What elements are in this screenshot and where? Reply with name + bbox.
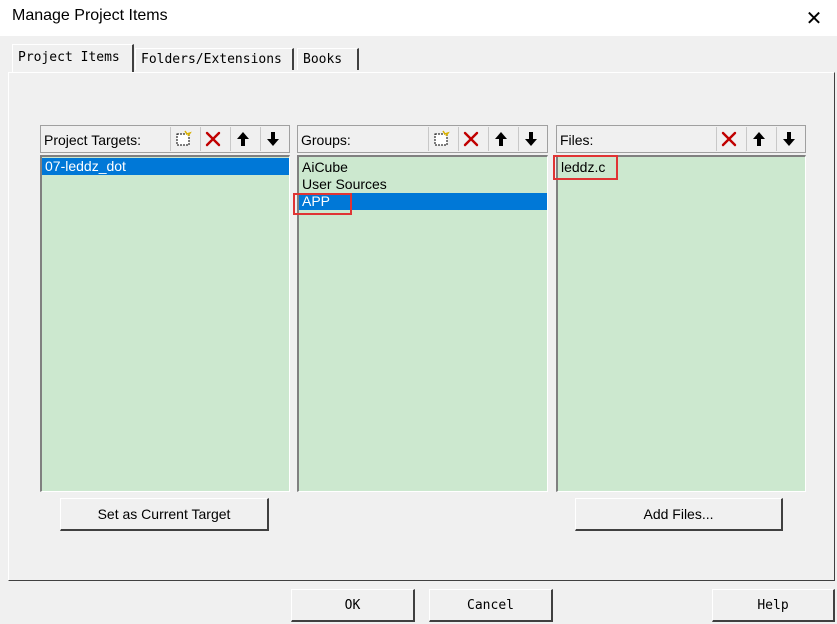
delete-target-button[interactable] — [200, 127, 224, 151]
list-item[interactable]: leddz.c — [558, 159, 805, 176]
list-item[interactable]: APP — [299, 193, 547, 210]
move-group-up-button[interactable] — [488, 127, 512, 151]
arrow-down-icon — [782, 132, 795, 146]
new-group-button[interactable] — [428, 127, 452, 151]
files-list[interactable]: leddz.c — [556, 155, 806, 492]
arrow-down-icon — [266, 132, 279, 146]
move-target-down-button[interactable] — [260, 127, 284, 151]
files-label: Files: — [560, 132, 594, 148]
new-target-button[interactable] — [170, 127, 194, 151]
title-bar: Manage Project Items ✕ — [0, 0, 837, 36]
ok-button[interactable]: OK — [291, 589, 415, 622]
tab-books[interactable]: Books — [297, 48, 359, 70]
targets-list[interactable]: 07-leddz_dot — [40, 155, 290, 492]
arrow-down-icon — [524, 132, 537, 146]
cancel-button[interactable]: Cancel — [429, 589, 553, 622]
delete-icon — [721, 131, 736, 147]
arrow-up-icon — [752, 132, 765, 146]
move-group-down-button[interactable] — [518, 127, 542, 151]
close-icon: ✕ — [805, 7, 823, 30]
delete-group-button[interactable] — [458, 127, 482, 151]
move-target-up-button[interactable] — [230, 127, 254, 151]
add-files-button[interactable]: Add Files... — [575, 498, 783, 531]
tab-folders-extensions-label: Folders/Extensions — [141, 52, 282, 67]
delete-icon — [463, 131, 478, 147]
tab-strip: Project Items Folders/Extensions Books — [0, 36, 837, 76]
set-current-target-button[interactable]: Set as Current Target — [60, 498, 269, 531]
groups-list[interactable]: AiCube User Sources APP — [297, 155, 548, 492]
delete-icon — [205, 131, 220, 147]
close-button[interactable]: ✕ — [791, 0, 837, 36]
tab-folders-extensions[interactable]: Folders/Extensions — [135, 48, 294, 70]
list-item[interactable]: 07-leddz_dot — [42, 158, 289, 175]
delete-file-button[interactable] — [716, 127, 740, 151]
files-header: Files: — [556, 125, 806, 153]
new-item-icon — [176, 130, 192, 146]
new-item-icon — [434, 130, 450, 146]
list-item[interactable]: User Sources — [299, 176, 547, 193]
help-button[interactable]: Help — [712, 589, 835, 622]
move-file-down-button[interactable] — [776, 127, 800, 151]
tab-books-label: Books — [303, 52, 343, 67]
window-title: Manage Project Items — [12, 7, 168, 24]
groups-label: Groups: — [301, 132, 351, 148]
tab-project-items-label: Project Items — [18, 50, 120, 65]
arrow-up-icon — [236, 132, 249, 146]
targets-label: Project Targets: — [44, 132, 142, 148]
list-item[interactable]: AiCube — [299, 159, 547, 176]
targets-header: Project Targets: — [40, 125, 290, 153]
arrow-up-icon — [494, 132, 507, 146]
move-file-up-button[interactable] — [746, 127, 770, 151]
groups-header: Groups: — [297, 125, 548, 153]
tab-project-items[interactable]: Project Items — [12, 44, 134, 72]
